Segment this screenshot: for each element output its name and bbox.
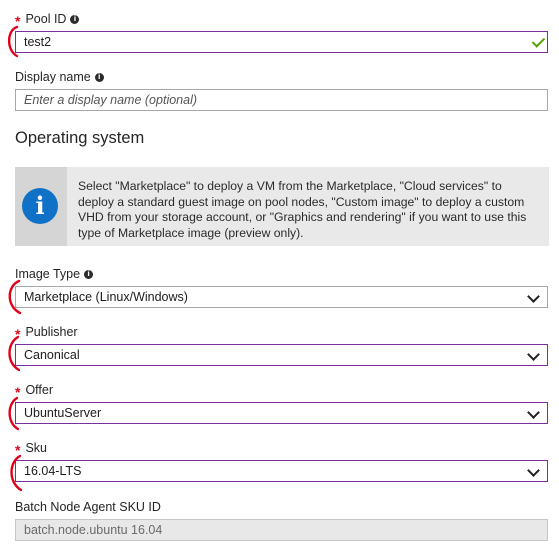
- publisher-value: Canonical: [24, 348, 80, 362]
- section-title-operating-system: Operating system: [15, 129, 145, 147]
- pool-id-label-text: Pool ID: [25, 12, 67, 26]
- node-agent-label: Batch Node Agent SKU ID: [15, 499, 161, 515]
- publisher-label: * Publisher: [15, 324, 78, 342]
- info-circle-icon: i: [22, 188, 58, 224]
- offer-select[interactable]: UbuntuServer: [15, 402, 548, 424]
- publisher-select[interactable]: Canonical: [15, 344, 548, 366]
- image-type-label-text: Image Type: [15, 267, 81, 281]
- checkmark-icon: [531, 34, 546, 48]
- display-name-placeholder: Enter a display name (optional): [24, 93, 198, 107]
- display-name-input[interactable]: Enter a display name (optional): [15, 89, 548, 111]
- sku-label-text: Sku: [25, 441, 47, 455]
- sku-label: * Sku: [15, 440, 47, 458]
- chevron-down-icon[interactable]: [527, 464, 540, 477]
- required-asterisk: *: [15, 326, 21, 342]
- info-icon[interactable]: i: [94, 72, 104, 82]
- display-name-label-text: Display name: [15, 70, 91, 84]
- offer-label-text: Offer: [25, 383, 54, 397]
- sku-select[interactable]: 16.04-LTS: [15, 460, 548, 482]
- node-agent-input: batch.node.ubuntu 16.04: [15, 519, 548, 541]
- publisher-label-text: Publisher: [25, 325, 78, 339]
- image-type-label: Image Type i: [15, 266, 94, 282]
- required-asterisk: *: [15, 442, 21, 458]
- info-banner-message: Select "Marketplace" to deploy a VM from…: [78, 179, 527, 240]
- required-asterisk: *: [15, 384, 21, 400]
- display-name-label: Display name i: [15, 69, 104, 85]
- pool-id-input[interactable]: test2: [15, 31, 548, 53]
- image-type-select[interactable]: Marketplace (Linux/Windows): [15, 286, 548, 308]
- pool-id-label: * Pool ID i: [15, 11, 80, 29]
- info-icon[interactable]: i: [70, 14, 80, 24]
- chevron-down-icon[interactable]: [527, 348, 540, 361]
- chevron-down-icon[interactable]: [527, 290, 540, 303]
- node-agent-value: batch.node.ubuntu 16.04: [24, 523, 163, 537]
- info-banner-icon-cell: i: [15, 167, 67, 246]
- sku-value: 16.04-LTS: [24, 464, 82, 478]
- pool-id-value: test2: [24, 35, 52, 49]
- image-type-value: Marketplace (Linux/Windows): [24, 290, 188, 304]
- offer-label: * Offer: [15, 382, 54, 400]
- info-icon[interactable]: i: [84, 269, 94, 279]
- info-banner: i Select "Marketplace" to deploy a VM fr…: [15, 167, 549, 246]
- required-asterisk: *: [15, 13, 21, 29]
- chevron-down-icon[interactable]: [527, 406, 540, 419]
- node-agent-label-text: Batch Node Agent SKU ID: [15, 500, 161, 514]
- offer-value: UbuntuServer: [24, 406, 102, 420]
